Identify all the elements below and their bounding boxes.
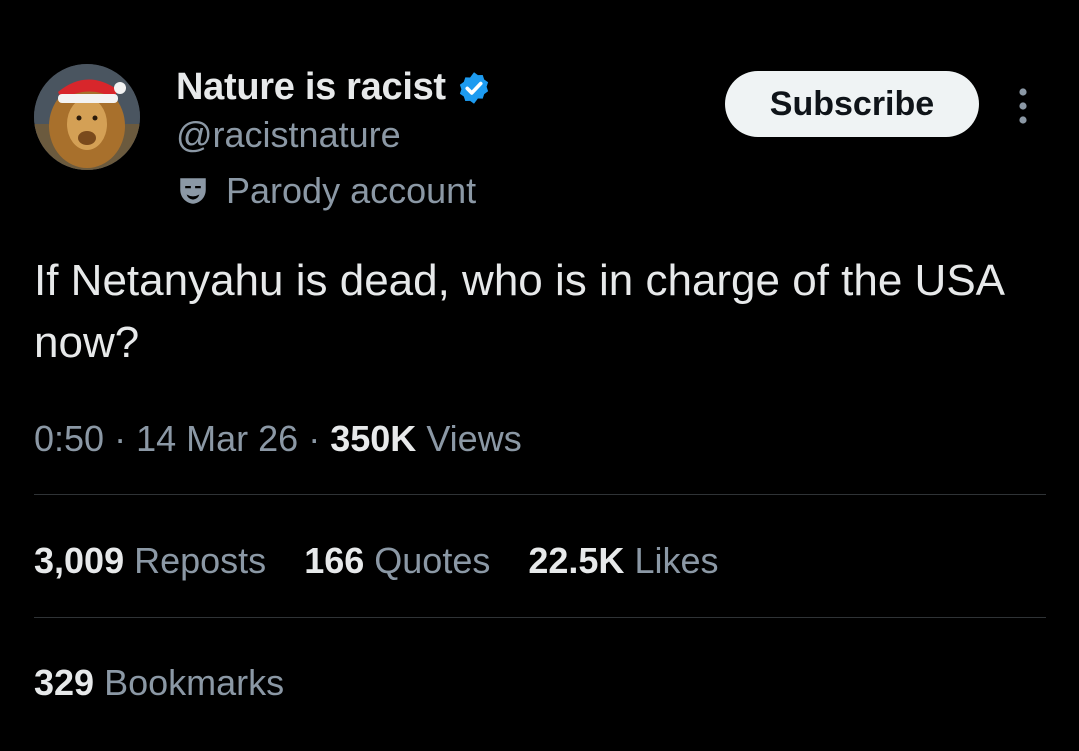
verified-badge-icon[interactable] (456, 70, 492, 106)
tweet-time[interactable]: 0:50 (34, 418, 104, 459)
reposts-count: 3,009 (34, 540, 125, 581)
meta-separator: · (114, 418, 127, 459)
reposts-label: Reposts (134, 540, 267, 581)
tweet-date[interactable]: 14 Mar 26 (136, 418, 298, 459)
parody-account-label: Parody account (176, 170, 476, 212)
divider (34, 494, 1046, 495)
meta-separator: · (308, 418, 321, 459)
more-vertical-icon[interactable] (1012, 86, 1034, 126)
subscribe-button[interactable]: Subscribe (725, 71, 979, 137)
tweet-meta: 0:50 · 14 Mar 26 · 350K Views (34, 418, 522, 460)
lion-santa-hat-avatar-icon (34, 64, 140, 170)
bookmarks-count: 329 (34, 662, 95, 703)
avatar[interactable] (34, 64, 140, 170)
parody-label-text: Parody account (226, 170, 477, 211)
reposts-stat[interactable]: 3,009 Reposts (34, 540, 266, 582)
author-name-row: Nature is racist (176, 66, 492, 109)
quotes-count: 166 (304, 540, 365, 581)
likes-stat[interactable]: 22.5K Likes (528, 540, 718, 582)
views-count: 350K (330, 418, 417, 459)
quotes-label: Quotes (374, 540, 491, 581)
bookmarks-stat[interactable]: 329 Bookmarks (34, 662, 284, 704)
likes-count: 22.5K (528, 540, 625, 581)
author-handle[interactable]: @racistnature (176, 114, 401, 156)
quotes-stat[interactable]: 166 Quotes (304, 540, 490, 582)
views-label: Views (426, 418, 522, 459)
display-name[interactable]: Nature is racist (176, 66, 446, 109)
engagement-stats: 3,009 Reposts 166 Quotes 22.5K Likes (34, 540, 757, 582)
likes-label: Likes (634, 540, 719, 581)
tweet-text: If Netanyahu is dead, who is in charge o… (34, 256, 1003, 367)
parody-mask-icon (180, 178, 206, 204)
bookmarks-label: Bookmarks (104, 662, 285, 703)
divider (34, 617, 1046, 618)
